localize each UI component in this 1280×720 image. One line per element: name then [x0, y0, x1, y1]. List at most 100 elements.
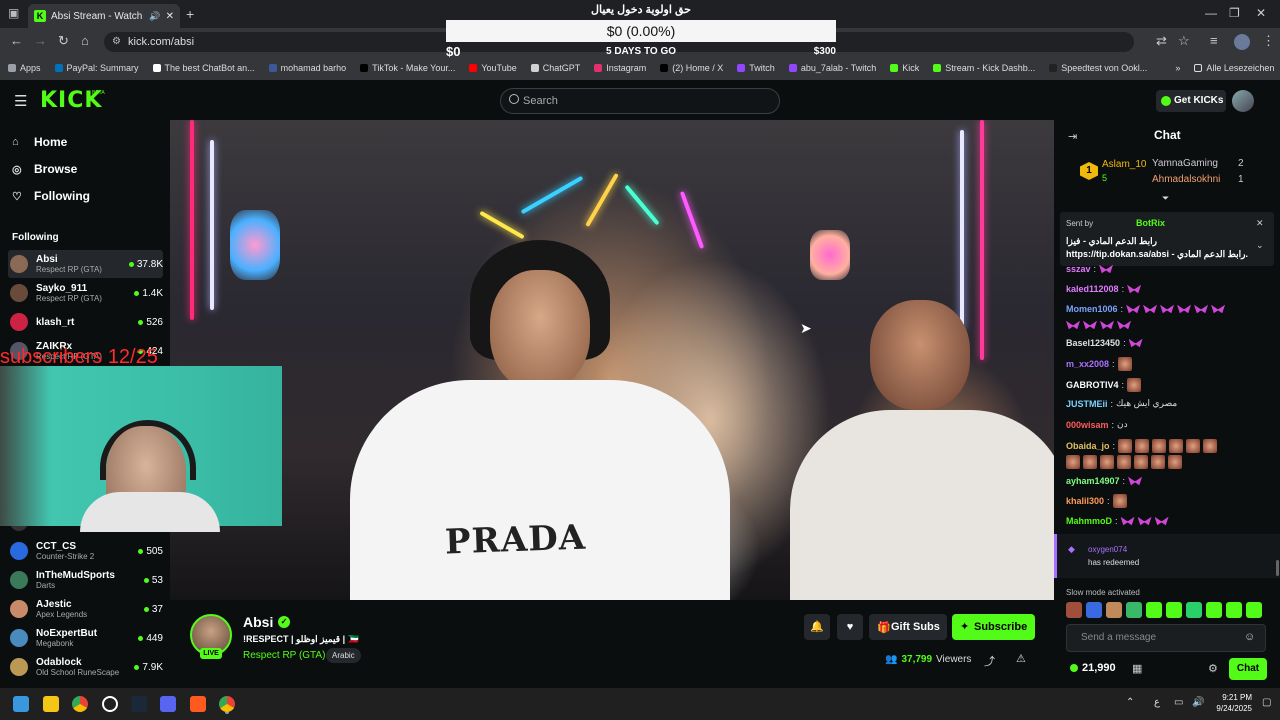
close-window-icon[interactable]: ✕	[1256, 6, 1266, 20]
top-gifter-name[interactable]: YamnaGaming	[1152, 158, 1218, 169]
stream-category-link[interactable]: Respect RP (GTA)	[243, 650, 325, 661]
quick-emote-icon[interactable]	[1146, 602, 1162, 618]
obs-icon[interactable]	[102, 696, 118, 712]
emoji-picker-icon[interactable]: ☺	[1244, 631, 1255, 643]
bookmark-star-icon[interactable]: ☆	[1178, 33, 1190, 49]
sidebar-nav-browse[interactable]: ◎ Browse	[12, 162, 77, 176]
bookmark-item[interactable]: Speedtest von Ookl...	[1049, 63, 1147, 73]
bookmark-item[interactable]: PayPal: Summary	[54, 63, 139, 73]
sidebar-channel-row[interactable]: Sayko_911 Respect RP (GTA) 1.4K	[8, 279, 163, 307]
bookmark-item[interactable]: Twitch	[737, 63, 775, 73]
language-tag[interactable]: Arabic	[326, 648, 361, 663]
bookmark-item[interactable]: ChatGPT	[530, 63, 580, 73]
back-icon[interactable]: ←	[10, 33, 23, 48]
pinned-bot-name[interactable]: BotRix	[1136, 218, 1165, 228]
bookmarks-overflow-icon[interactable]: »	[1175, 63, 1180, 73]
chat-username[interactable]: MahmmoD	[1066, 516, 1112, 526]
chat-username[interactable]: GABROTIV4	[1066, 380, 1119, 390]
forward-icon[interactable]: →	[34, 33, 47, 48]
clock[interactable]: 9:21 PM 9/24/2025	[1210, 692, 1252, 714]
file-explorer-icon[interactable]	[43, 696, 59, 712]
home-browser-icon[interactable]: ⌂	[81, 33, 89, 48]
store-icon[interactable]: ▦	[1132, 662, 1142, 675]
chat-username[interactable]: Momen1006	[1066, 304, 1118, 314]
quick-emote-icon[interactable]	[1106, 602, 1122, 618]
discord-icon[interactable]	[160, 696, 176, 712]
bookmark-item[interactable]: The best ChatBot an...	[152, 63, 255, 73]
user-avatar[interactable]	[1232, 90, 1254, 112]
search-input[interactable]: Search	[500, 88, 780, 114]
quick-emote-icon[interactable]	[1246, 602, 1262, 618]
chat-username[interactable]: 000wisam	[1066, 420, 1109, 430]
translate-icon[interactable]: ⇄	[1156, 33, 1167, 49]
follow-heart-button[interactable]: ♥	[837, 614, 863, 640]
sidebar-channel-row[interactable]: NoExpertBut Megabonk 449	[8, 624, 163, 652]
collapse-chat-icon[interactable]: ⇥	[1068, 130, 1077, 143]
browser-tab[interactable]: K Absi Stream - Watch Live o 🔊 ✕	[28, 4, 180, 28]
maximize-icon[interactable]: ❐	[1229, 6, 1240, 20]
top-gifter-name[interactable]: Aslam_10	[1102, 159, 1146, 170]
network-icon[interactable]: ▭	[1174, 697, 1183, 708]
chat-filter-icon[interactable]: ⏷	[1162, 193, 1169, 204]
bookmark-item[interactable]: YouTube	[469, 63, 517, 73]
steam-icon[interactable]	[131, 696, 147, 712]
sidebar-channel-row[interactable]: InTheMudSports Darts 53	[8, 566, 163, 594]
quick-emote-icon[interactable]	[1226, 602, 1242, 618]
chat-username[interactable]: JUSTMEii	[1066, 399, 1108, 409]
channel-name[interactable]: Absi	[243, 614, 273, 630]
all-bookmarks-folder[interactable]: Alle Lesezeichen	[1194, 63, 1274, 73]
expand-pinned-icon[interactable]: ⌄	[1256, 240, 1264, 251]
sidebar-nav-home[interactable]: ⌂ Home	[12, 135, 67, 149]
bookmark-item[interactable]: Stream - Kick Dashb...	[933, 63, 1035, 73]
chat-username[interactable]: Basel123450	[1066, 338, 1120, 348]
video-player[interactable]: PRADA ➤	[170, 120, 1054, 600]
new-tab-button[interactable]: +	[186, 6, 194, 22]
bookmark-item[interactable]: Kick	[890, 63, 919, 73]
pinned-text-line2[interactable]: https://tip.dokan.sa/absi - رابط الدعم ا…	[1066, 249, 1248, 260]
tray-overflow-icon[interactable]: ⌃	[1126, 697, 1134, 708]
input-language[interactable]: ع	[1154, 697, 1160, 708]
chat-username[interactable]: m_xx2008	[1066, 359, 1109, 369]
send-chat-button[interactable]: Chat	[1229, 658, 1267, 680]
tab-list-icon[interactable]: ▣	[8, 6, 19, 20]
bookmark-item[interactable]: Instagram	[594, 63, 646, 73]
chat-username[interactable]: Obaida_jo	[1066, 441, 1110, 451]
quick-emote-icon[interactable]	[1186, 602, 1202, 618]
minimize-icon[interactable]: —	[1205, 6, 1217, 20]
chat-scrollbar[interactable]	[1276, 560, 1279, 576]
chat-username[interactable]: khalil300	[1066, 496, 1104, 506]
bookmark-item[interactable]: mohamad barho	[268, 63, 346, 73]
chrome-icon[interactable]	[72, 696, 88, 712]
tab-close-icon[interactable]: ✕	[166, 11, 174, 22]
reload-icon[interactable]: ↻	[58, 33, 69, 49]
chat-username[interactable]: kaled112008	[1066, 284, 1119, 294]
top-gifter-name[interactable]: Ahmadalsokhni	[1152, 174, 1220, 185]
unpin-icon[interactable]: ✕	[1256, 218, 1264, 229]
notification-bell-button[interactable]: 🔔	[804, 614, 830, 640]
sidebar-channel-row[interactable]: AJestic Apex Legends 37	[8, 595, 163, 623]
quick-emote-icon[interactable]	[1166, 602, 1182, 618]
quick-emote-icon[interactable]	[1126, 602, 1142, 618]
media-control-icon[interactable]: ≡	[1210, 33, 1218, 48]
browser-profile-avatar[interactable]	[1234, 34, 1250, 50]
chat-settings-icon[interactable]: ⚙	[1208, 662, 1218, 675]
windows-start-icon[interactable]	[13, 696, 29, 712]
volume-icon[interactable]: 🔊	[1192, 697, 1204, 708]
chat-username[interactable]: ayham14907	[1066, 476, 1120, 486]
chrome-active-icon[interactable]	[219, 696, 235, 712]
browser-menu-icon[interactable]: ⋮	[1262, 33, 1275, 49]
chat-username[interactable]: sszav	[1066, 264, 1091, 274]
quick-emote-icon[interactable]	[1206, 602, 1222, 618]
kicks-balance[interactable]: 21,990	[1070, 662, 1116, 674]
quick-emote-icon[interactable]	[1066, 602, 1082, 618]
chat-message-input[interactable]: Send a message	[1066, 624, 1266, 652]
bookmark-item[interactable]: TikTok - Make Your...	[360, 63, 455, 73]
sidebar-channel-row[interactable]: Absi Respect RP (GTA) 37.8K	[8, 250, 163, 278]
sidebar-channel-row[interactable]: klash_rt 526	[8, 308, 163, 336]
sidebar-channel-row[interactable]: Odablock Old School RuneScape 7.9K	[8, 653, 163, 681]
report-icon[interactable]: ⚠	[1016, 652, 1026, 665]
bookmark-item[interactable]: abu_7alab - Twitch	[788, 63, 876, 73]
menu-icon[interactable]: ☰	[14, 92, 27, 110]
share-icon[interactable]: ⤴	[984, 653, 995, 669]
sidebar-channel-row[interactable]: CCT_CS Counter-Strike 2 505	[8, 537, 163, 565]
